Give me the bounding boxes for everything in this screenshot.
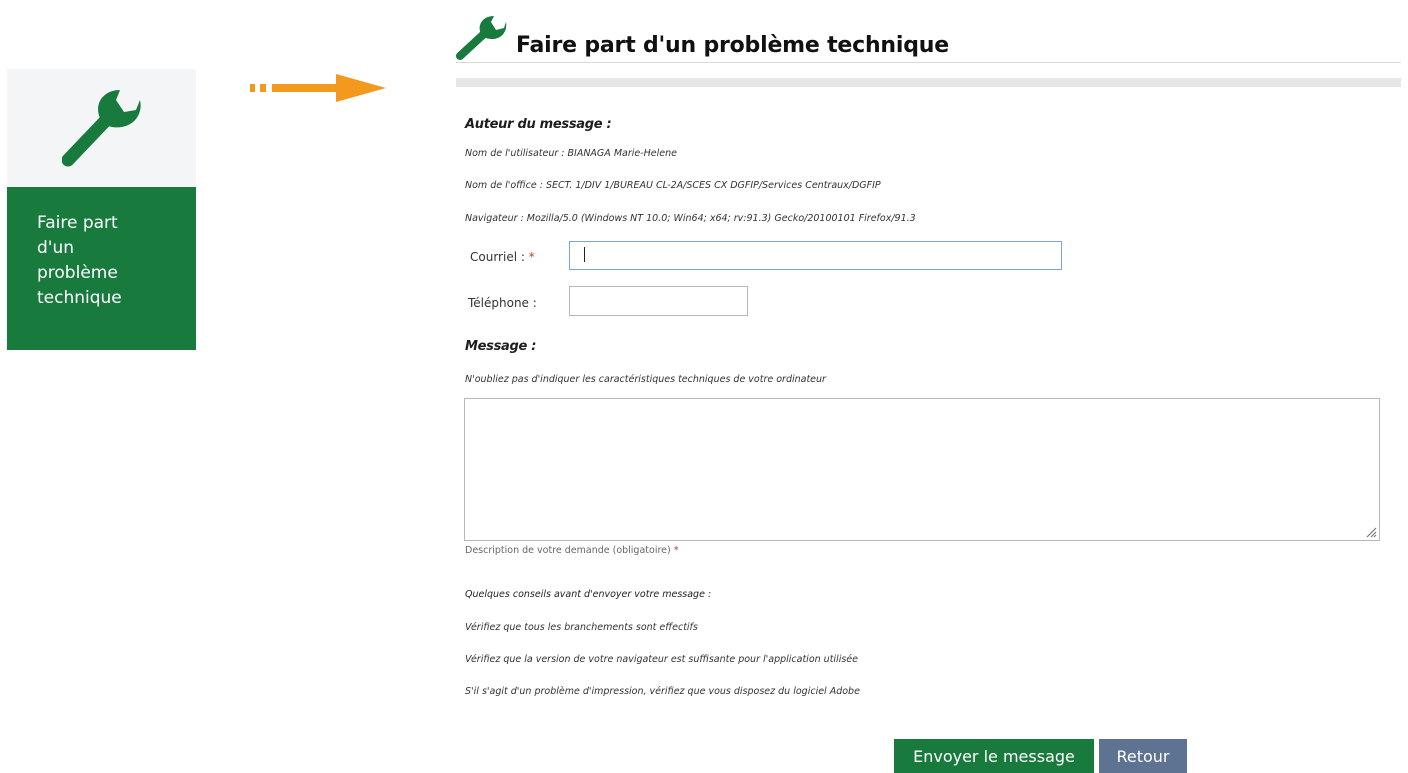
author-heading: Auteur du message : xyxy=(465,113,612,132)
text-caret xyxy=(584,247,585,262)
message-description-text: Description de votre demande (obligatoir… xyxy=(465,545,671,556)
tip-item: Vérifiez que la version de votre navigat… xyxy=(465,654,858,665)
form-header: Faire part d'un problème technique xyxy=(456,12,1401,87)
send-message-button[interactable]: Envoyer le message xyxy=(894,739,1094,773)
message-textarea[interactable] xyxy=(464,398,1380,541)
back-button[interactable]: Retour xyxy=(1099,739,1187,773)
message-description: Description de votre demande (obligatoir… xyxy=(465,545,679,556)
message-heading: Message : xyxy=(465,335,536,354)
tile-label-line: Faire part xyxy=(37,213,118,233)
arrow-right-icon xyxy=(250,74,386,102)
email-label: Courriel : * xyxy=(470,250,535,264)
resize-grip-icon[interactable] xyxy=(1365,526,1377,538)
user-name-line: Nom de l'utilisateur : BIANAGA Marie-Hel… xyxy=(465,148,677,159)
phone-field[interactable] xyxy=(569,286,748,316)
title-row: Faire part d'un problème technique xyxy=(456,12,1401,63)
title-divider xyxy=(456,78,1401,87)
tile-icon-area xyxy=(7,69,196,187)
browser-line: Navigateur : Mozilla/5.0 (Windows NT 10.… xyxy=(465,213,916,224)
phone-label: Téléphone : xyxy=(468,296,537,310)
tile-label-line: d'un xyxy=(37,238,75,258)
required-marker: * xyxy=(528,250,535,264)
message-hint: N'oubliez pas d'indiquer les caractérist… xyxy=(465,374,826,385)
required-marker: * xyxy=(673,545,679,556)
email-field[interactable] xyxy=(569,241,1062,270)
tile-label-line: technique xyxy=(37,288,122,308)
tile-label: Faire part d'un problème technique xyxy=(7,187,196,350)
wrench-icon xyxy=(61,90,141,167)
office-line: Nom de l'office : SECT. 1/DIV 1/BUREAU C… xyxy=(465,180,881,191)
tile-label-line: problème xyxy=(37,263,118,283)
problem-report-tile[interactable]: Faire part d'un problème technique xyxy=(7,69,196,350)
tip-item: Vérifiez que tous les branchements sont … xyxy=(465,622,698,633)
tips-heading: Quelques conseils avant d'envoyer votre … xyxy=(465,589,712,600)
page-title: Faire part d'un problème technique xyxy=(516,33,949,58)
message-heading-text: Message : xyxy=(465,339,537,354)
email-label-text: Courriel : xyxy=(470,250,525,264)
author-heading-text: Auteur du message : xyxy=(465,117,612,132)
tip-item: S'il s'agit d'un problème d'impression, … xyxy=(465,686,860,697)
wrench-icon xyxy=(456,16,507,60)
